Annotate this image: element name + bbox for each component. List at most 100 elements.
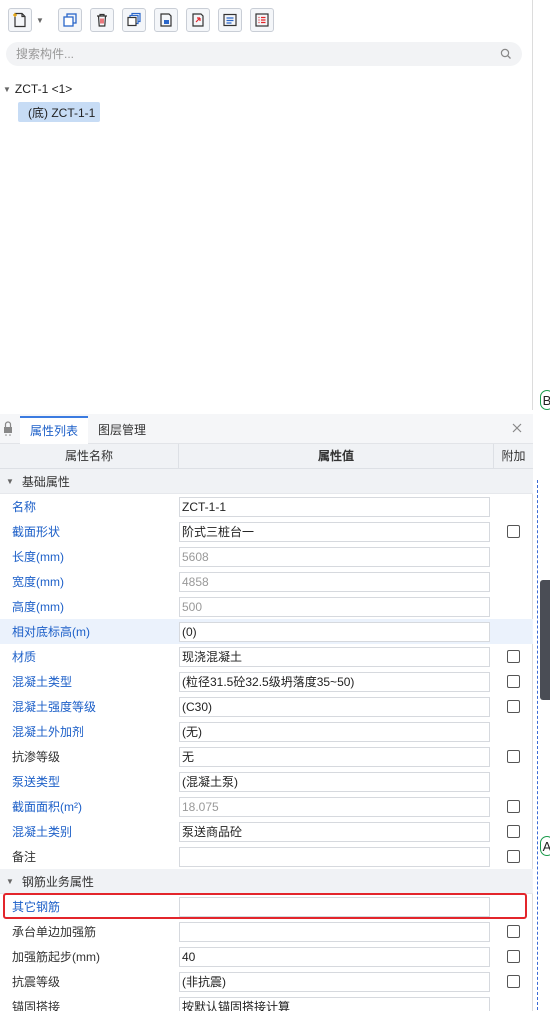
tab-layer-manage[interactable]: 图层管理	[88, 416, 156, 444]
search-icon[interactable]	[500, 48, 512, 60]
add-checkbox[interactable]	[507, 675, 520, 688]
tree-node-label: (底) ZCT-1-1	[28, 105, 96, 120]
lock-icon[interactable]	[3, 420, 13, 436]
tree-node-selected[interactable]: (底) ZCT-1-1	[18, 102, 101, 122]
canvas-gridline	[537, 480, 539, 1010]
copy-button[interactable]	[58, 8, 82, 32]
property-value-input[interactable]: 5608	[179, 546, 490, 567]
property-value-input[interactable]: 40	[179, 946, 490, 967]
collapse-handle[interactable]	[540, 580, 550, 700]
group-header[interactable]: ▼ 基础属性	[0, 469, 533, 494]
property-value-cell: 5608	[179, 544, 494, 569]
property-row[interactable]: 相对底标高(m) (0)	[0, 619, 533, 644]
property-value-cell	[179, 894, 494, 919]
add-checkbox[interactable]	[507, 800, 520, 813]
property-row[interactable]: 其它钢筋	[0, 894, 533, 919]
tree-node-label: ZCT-1 <1>	[14, 82, 73, 96]
caret-down-icon[interactable]: ▼	[3, 85, 11, 94]
property-value-input[interactable]: 500	[179, 596, 490, 617]
property-row[interactable]: 长度(mm) 5608	[0, 544, 533, 569]
property-value-cell: 无	[179, 744, 494, 769]
property-add-cell	[494, 850, 533, 863]
new-component-dropdown[interactable]: ▼	[34, 8, 46, 32]
header-add: 附加	[501, 449, 526, 463]
property-row[interactable]: 宽度(mm) 4858	[0, 569, 533, 594]
property-value-input[interactable]: 现浇混凝土	[179, 646, 490, 667]
property-row[interactable]: 材质 现浇混凝土	[0, 644, 533, 669]
property-name: 名称	[12, 500, 37, 514]
property-value-input[interactable]	[179, 846, 490, 867]
property-name: 抗震等级	[12, 975, 61, 989]
property-value-input[interactable]: 按默认锚固搭接计算	[179, 996, 490, 1011]
property-add-cell	[494, 925, 533, 938]
add-checkbox[interactable]	[507, 850, 520, 863]
delete-button[interactable]	[90, 8, 114, 32]
import-icon	[160, 13, 172, 27]
property-name: 混凝土类型	[12, 675, 73, 689]
search-input[interactable]	[16, 47, 486, 61]
search-bar	[6, 42, 522, 66]
add-checkbox[interactable]	[507, 825, 520, 838]
property-value-input[interactable]: 无	[179, 746, 490, 767]
add-checkbox[interactable]	[507, 700, 520, 713]
add-checkbox[interactable]	[507, 750, 520, 763]
property-value-cell	[179, 844, 494, 869]
property-name: 截面形状	[12, 525, 61, 539]
property-add-cell	[494, 525, 533, 538]
property-name: 承台单边加强筋	[12, 925, 97, 939]
property-row[interactable]: 泵送类型 (混凝土泵)	[0, 769, 533, 794]
property-value-input[interactable]: (C30)	[179, 696, 490, 717]
add-checkbox[interactable]	[507, 925, 520, 938]
caret-down-icon[interactable]: ▼	[6, 877, 14, 886]
property-row[interactable]: 备注	[0, 844, 533, 869]
property-name: 备注	[12, 850, 37, 864]
caret-down-icon[interactable]: ▼	[6, 477, 14, 486]
close-icon[interactable]	[511, 422, 523, 434]
group-label: 基础属性	[21, 474, 70, 489]
property-value-input[interactable]	[179, 896, 490, 917]
group-header[interactable]: ▼ 钢筋业务属性	[0, 869, 533, 894]
property-row[interactable]: 加强筋起步(mm) 40	[0, 944, 533, 969]
property-name: 锚固搭接	[12, 1000, 61, 1011]
import-button[interactable]	[154, 8, 178, 32]
tab-property-list[interactable]: 属性列表	[20, 416, 89, 444]
property-row[interactable]: 截面形状 阶式三桩台一	[0, 519, 533, 544]
property-row[interactable]: 承台单边加强筋	[0, 919, 533, 944]
property-row[interactable]: 混凝土类型 (粒径31.5砼32.5级坍落度35~50)	[0, 669, 533, 694]
property-value-input[interactable]: (混凝土泵)	[179, 771, 490, 792]
tree-node-root[interactable]: ▼ ZCT-1 <1>	[0, 80, 533, 98]
add-checkbox[interactable]	[507, 975, 520, 988]
list-icon	[223, 13, 237, 27]
property-row[interactable]: 锚固搭接 按默认锚固搭接计算	[0, 994, 533, 1011]
property-value-input[interactable]: (非抗震)	[179, 971, 490, 992]
property-value-input[interactable]: 泵送商品砼	[179, 821, 490, 842]
property-value-input[interactable]: (粒径31.5砼32.5级坍落度35~50)	[179, 671, 490, 692]
add-checkbox[interactable]	[507, 950, 520, 963]
add-checkbox[interactable]	[507, 525, 520, 538]
property-value-input[interactable]: 18.075	[179, 796, 490, 817]
property-value-input[interactable]: (无)	[179, 721, 490, 742]
property-row[interactable]: 抗震等级 (非抗震)	[0, 969, 533, 994]
copy-to-floor-button[interactable]	[122, 8, 146, 32]
property-row[interactable]: 高度(mm) 500	[0, 594, 533, 619]
property-value-input[interactable]: (0)	[179, 621, 490, 642]
property-row[interactable]: 抗渗等级 无	[0, 744, 533, 769]
property-value-input[interactable]: 阶式三桩台一	[179, 521, 490, 542]
property-row[interactable]: 混凝土外加剂 (无)	[0, 719, 533, 744]
property-row[interactable]: 混凝土类别 泵送商品砼	[0, 819, 533, 844]
filter-button[interactable]	[250, 8, 274, 32]
property-value-input[interactable]: 4858	[179, 571, 490, 592]
property-add-cell	[494, 950, 533, 963]
layers-copy-icon	[127, 12, 141, 27]
property-row[interactable]: 名称 ZCT-1-1	[0, 494, 533, 519]
property-view-button[interactable]	[218, 8, 242, 32]
property-row[interactable]: 混凝土强度等级 (C30)	[0, 694, 533, 719]
property-add-cell	[494, 975, 533, 988]
property-value-input[interactable]	[179, 921, 490, 942]
export-button[interactable]	[186, 8, 210, 32]
new-component-button[interactable]	[8, 8, 32, 32]
property-value-cell: 18.075	[179, 794, 494, 819]
property-value-input[interactable]: ZCT-1-1	[179, 496, 490, 517]
add-checkbox[interactable]	[507, 650, 520, 663]
property-row[interactable]: 截面面积(m²) 18.075	[0, 794, 533, 819]
